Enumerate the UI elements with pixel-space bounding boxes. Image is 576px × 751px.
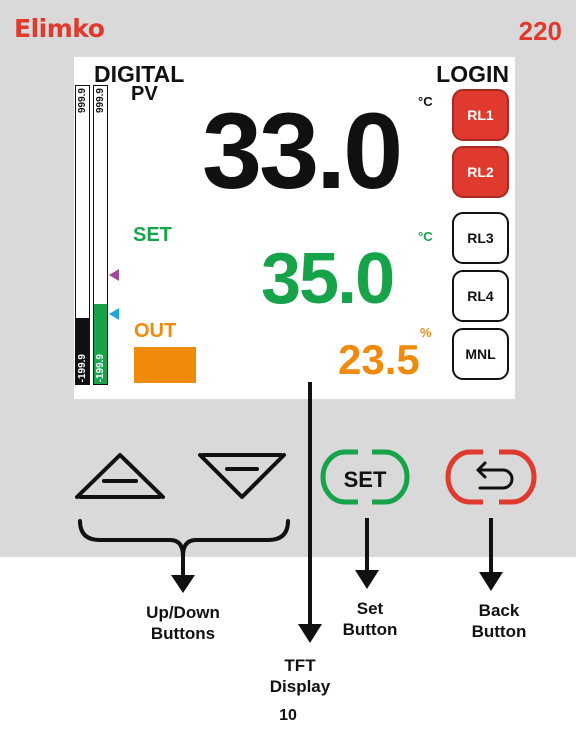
- set-caption: Set Button: [342, 599, 398, 639]
- back-caption: Back Button: [471, 601, 527, 641]
- down-arrow-icon: [198, 453, 286, 499]
- set-button[interactable]: SET: [320, 449, 410, 505]
- tft-caption: TFT Display: [269, 656, 331, 696]
- page-number: 10: [279, 707, 297, 724]
- up-button[interactable]: [75, 453, 165, 499]
- back-arrow-icon: [476, 461, 514, 490]
- back-button[interactable]: [445, 449, 537, 505]
- updown-caption: Up/Down Buttons: [146, 603, 220, 643]
- set-button-label: SET: [344, 467, 387, 492]
- down-button[interactable]: [198, 453, 286, 499]
- up-arrow-icon: [75, 453, 165, 499]
- updown-bracket: [78, 519, 290, 558]
